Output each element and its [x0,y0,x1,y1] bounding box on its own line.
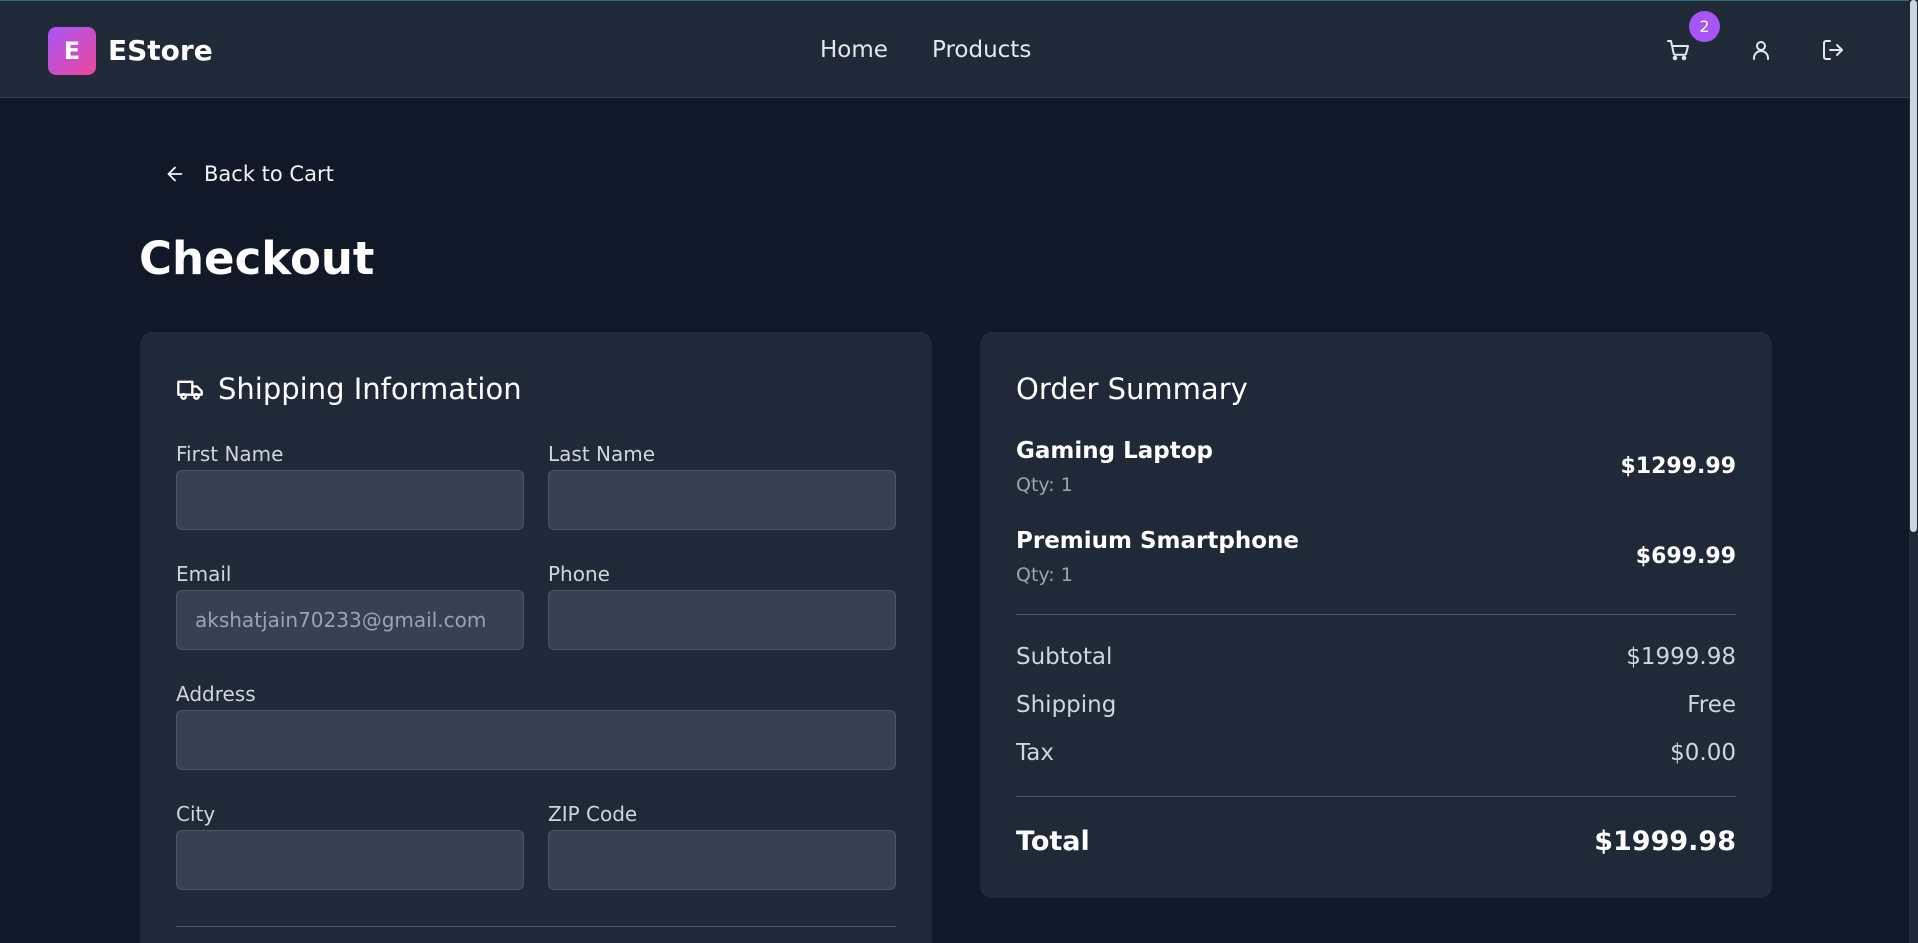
address-label: Address [176,682,256,706]
shipping-label: Shipping [1016,692,1117,718]
order-summary-card: Order Summary Gaming Laptop Qty: 1 $1299… [980,332,1772,898]
page-title: Checkout [139,232,375,285]
nav-home[interactable]: Home [820,37,888,63]
cart-icon [1667,40,1689,61]
total-value: $1999.98 [1594,826,1736,857]
shipping-value: Free [1687,692,1736,718]
last-name-label: Last Name [548,442,656,466]
user-icon [1753,41,1769,60]
items-divider [1016,614,1736,615]
item-price: $1299.99 [1620,454,1736,479]
last-name-field[interactable] [548,470,896,530]
totals-divider [1016,796,1736,797]
item-name: Gaming Laptop [1016,438,1213,464]
truck-icon [177,380,203,400]
arrow-left-icon [167,166,183,182]
cart-button[interactable] [1661,33,1695,67]
back-to-cart-label: Back to Cart [204,162,334,186]
address-field[interactable] [176,710,896,770]
subtotal-value: $1999.98 [1626,644,1736,670]
first-name-label: First Name [176,442,284,466]
logo-letter: E [63,37,81,65]
shipping-title: Shipping Information [218,372,522,406]
user-button[interactable] [1744,33,1778,67]
shipping-divider [176,926,896,927]
tax-label: Tax [1016,740,1054,766]
logout-button[interactable] [1816,33,1850,67]
total-label: Total [1016,826,1090,857]
first-name-field[interactable] [176,470,524,530]
item-qty: Qty: 1 [1016,564,1073,586]
item-price: $699.99 [1635,544,1736,569]
zip-code-field[interactable] [548,830,896,890]
nav-products[interactable]: Products [932,37,1031,63]
brand-name[interactable]: EStore [108,34,213,67]
city-label: City [176,802,216,826]
logout-icon [1823,40,1843,60]
email-label: Email [176,562,232,586]
city-field[interactable] [176,830,524,890]
phone-label: Phone [548,562,610,586]
subtotal-label: Subtotal [1016,644,1113,670]
email-field[interactable] [176,590,524,650]
scrollbar-thumb[interactable] [1910,0,1917,532]
top-navbar: E EStore Home Products 2 [0,0,1918,98]
logo[interactable]: E [48,27,96,75]
shipping-card: Shipping Information First Name Last Nam… [140,332,932,943]
order-summary-title: Order Summary [1016,372,1248,406]
zip-code-label: ZIP Code [548,802,638,826]
cart-count-badge: 2 [1689,11,1720,42]
back-to-cart-link[interactable]: Back to Cart [164,162,334,186]
tax-value: $0.00 [1670,740,1736,766]
item-qty: Qty: 1 [1016,474,1073,496]
item-name: Premium Smartphone [1016,528,1299,554]
phone-field[interactable] [548,590,896,650]
